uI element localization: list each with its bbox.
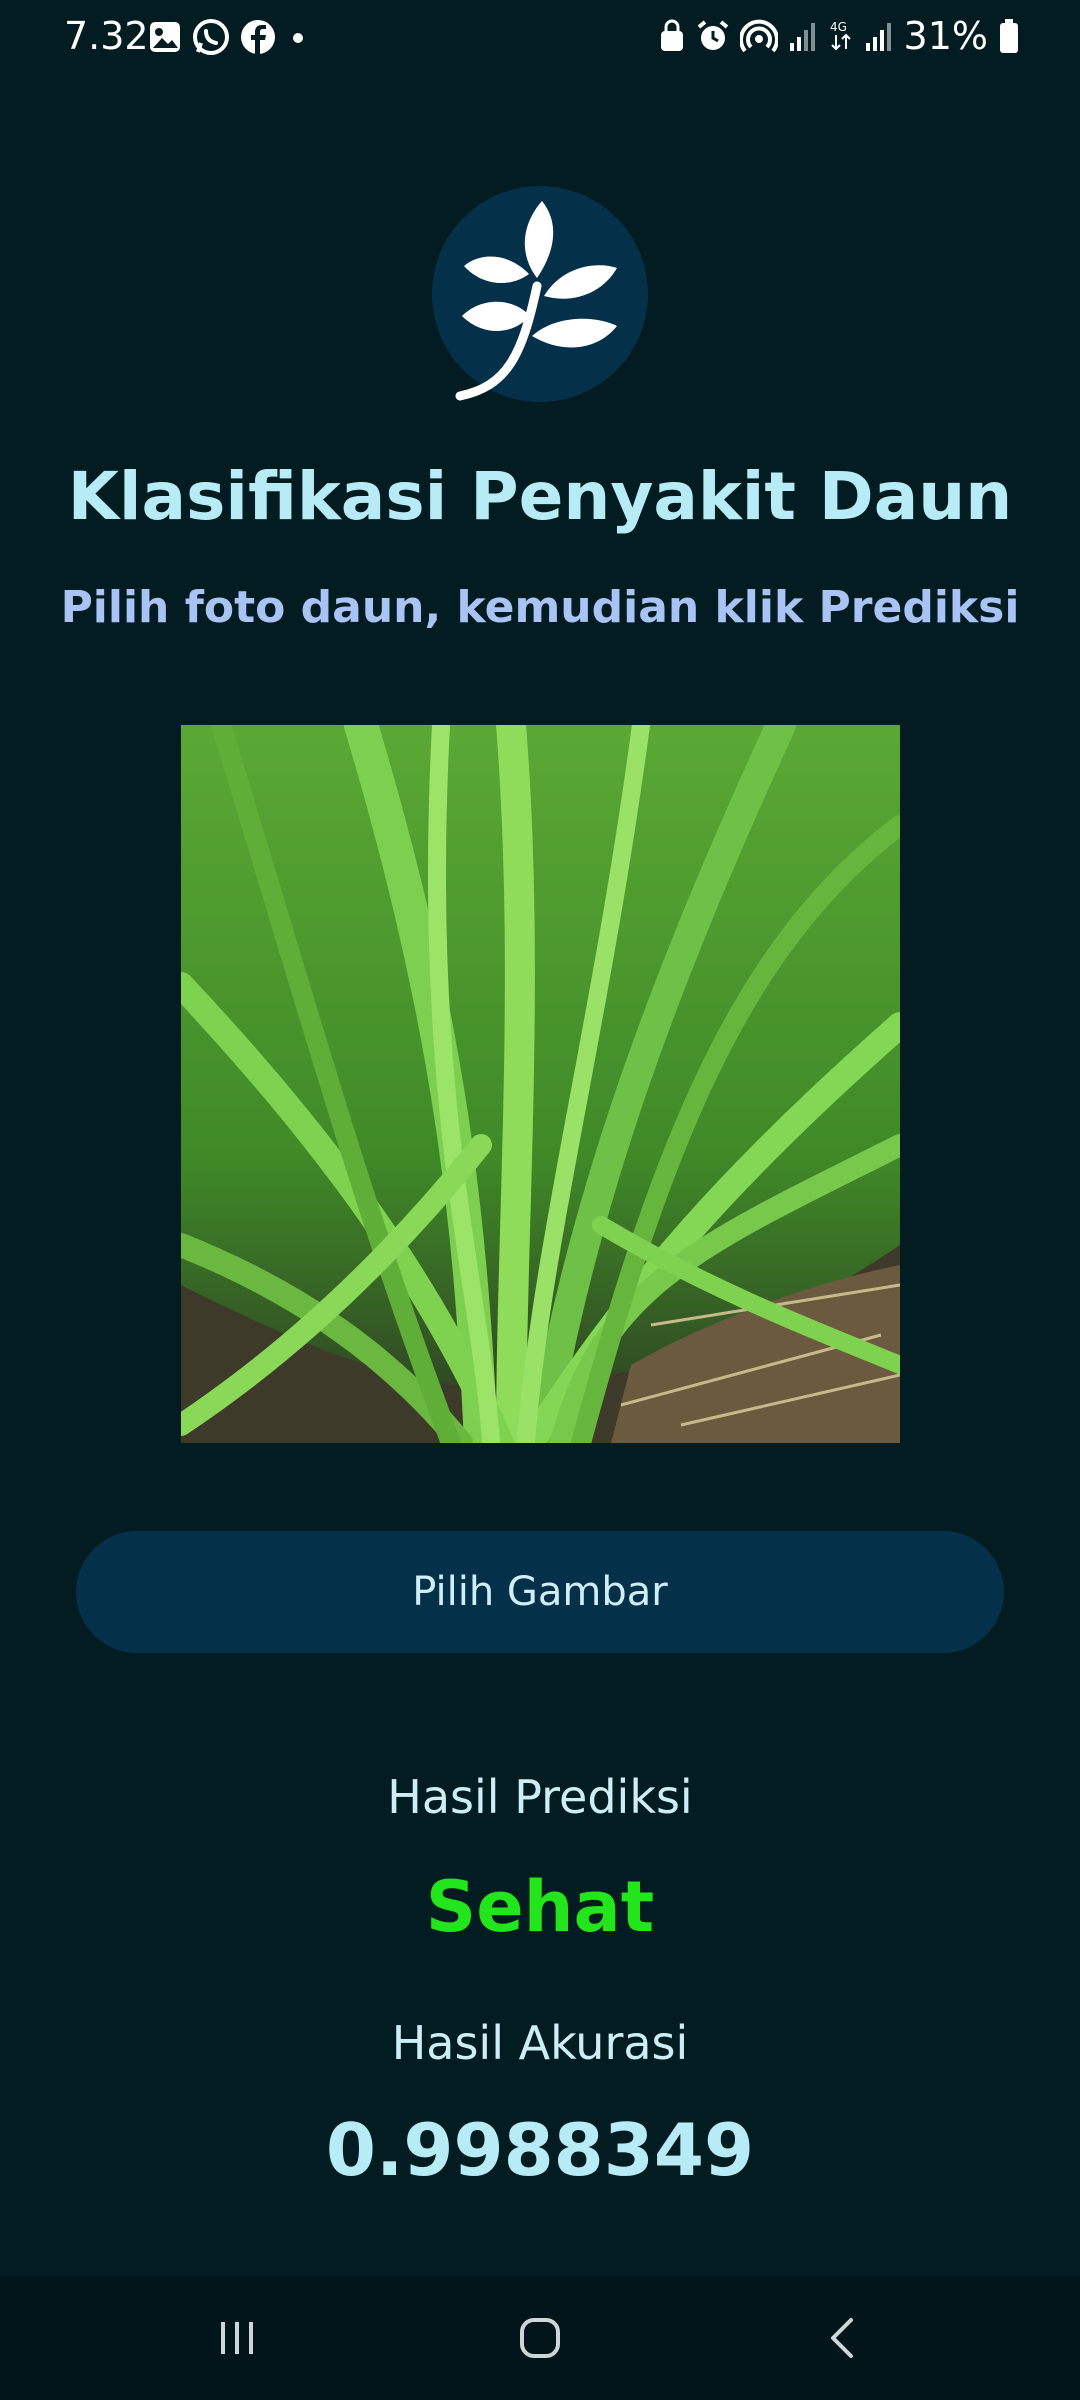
hotspot-icon [739, 19, 778, 53]
status-right: 4G 31% [658, 14, 1020, 58]
pick-image-button[interactable]: Pilih Gambar [76, 1531, 1004, 1653]
app-logo [432, 186, 648, 402]
navigation-bar [0, 2276, 1080, 2400]
battery-percent: 31% [903, 14, 988, 58]
recent-apps-icon [221, 2322, 253, 2354]
battery-icon [1000, 19, 1018, 53]
app-screen: 7.32 4G 31% Klasifikasi Penyakit Daun Pi… [0, 0, 1080, 2400]
signal-icon-2 [865, 23, 891, 51]
home-button[interactable] [440, 2276, 640, 2400]
alarm-icon [697, 20, 728, 50]
gallery-icon [150, 22, 180, 52]
4g-icon: 4G [830, 20, 851, 51]
lock-icon [660, 19, 683, 51]
status-time: 7.32 [64, 14, 149, 58]
dot-icon [293, 33, 303, 43]
prediction-value: Sehat [425, 1866, 655, 1948]
status-bar: 7.32 4G 31% [0, 0, 1080, 76]
leaf-photo [181, 725, 900, 1443]
back-button[interactable] [742, 2276, 942, 2400]
prediction-label: Hasil Prediksi [387, 1770, 693, 1824]
back-icon [831, 2318, 853, 2358]
svg-text:4G: 4G [830, 20, 847, 34]
whatsapp-icon [193, 19, 229, 55]
facebook-icon [241, 20, 275, 55]
accuracy-value: 0.9988349 [325, 2108, 755, 2192]
leaf-branch-icon [455, 201, 617, 401]
signal-icon-1 [789, 23, 815, 51]
page-title: Klasifikasi Penyakit Daun [67, 458, 1013, 535]
home-icon [520, 2318, 560, 2358]
notification-icons [148, 18, 310, 56]
recent-apps-button[interactable] [137, 2276, 337, 2400]
accuracy-label: Hasil Akurasi [391, 2016, 689, 2070]
page-subtitle: Pilih foto daun, kemudian klik Prediksi [60, 582, 1020, 633]
